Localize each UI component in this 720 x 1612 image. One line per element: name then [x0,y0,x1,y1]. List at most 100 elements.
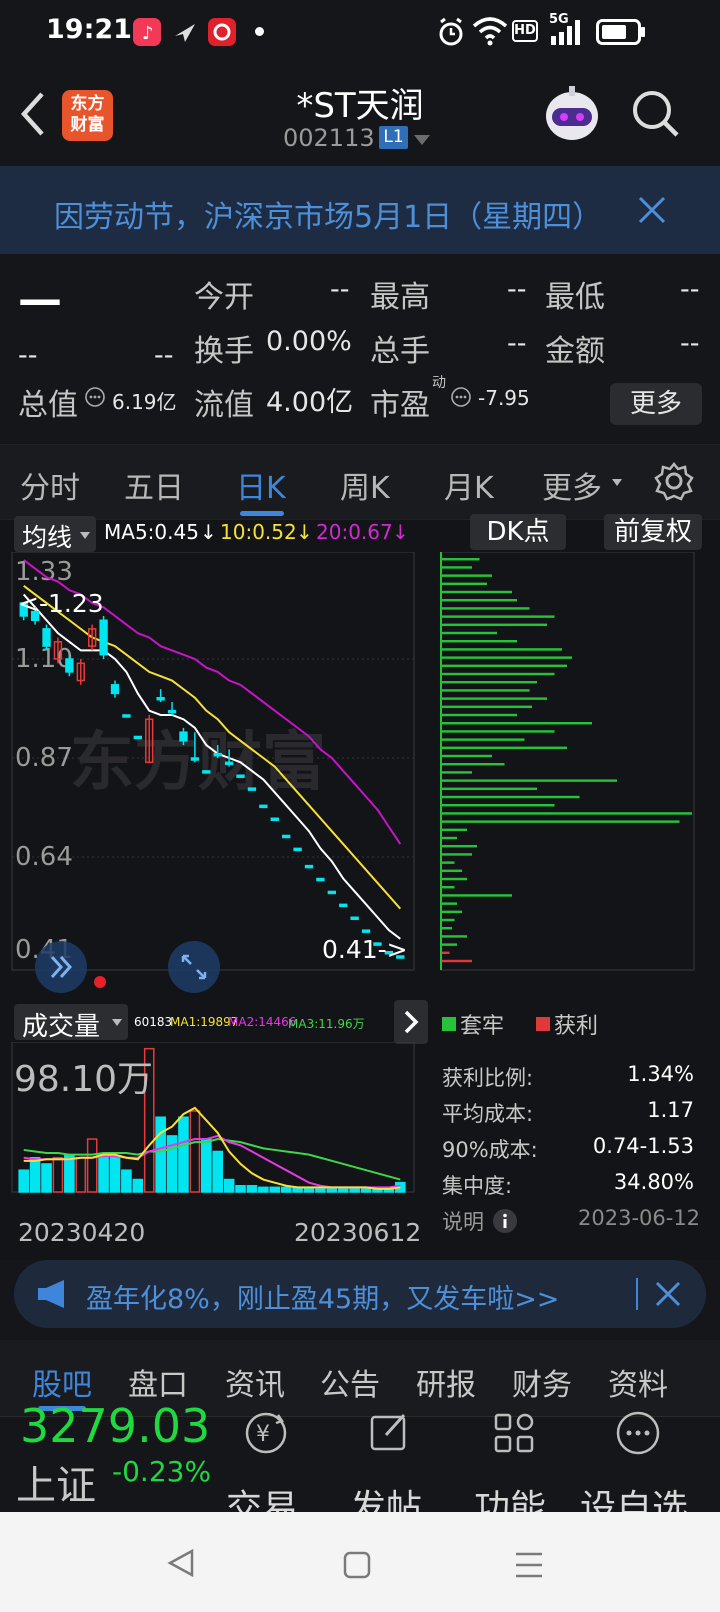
bottom-toolbar: 3279.03 上证 -0.23% ¥ 交易 发帖 功能 设自选 [0,1399,720,1529]
watchlist-icon[interactable] [614,1409,662,1461]
chip-bar [442,754,492,758]
system-nav-bar [0,1512,720,1612]
candle-body [327,890,336,895]
chip-bar [442,886,455,889]
close-icon[interactable] [636,194,668,230]
search-icon[interactable] [630,88,682,144]
functions-icon[interactable] [490,1409,538,1461]
ma-dropdown-icon[interactable] [80,532,90,539]
candle-body [156,696,165,701]
tab-handicap[interactable]: 盘口 [128,1360,188,1404]
level-badge[interactable]: L1 [379,126,408,149]
fullscreen-button[interactable] [167,940,221,998]
chip-frame [440,552,695,971]
megaphone-icon [36,1278,72,1314]
adjust-label: 前复权 [613,517,692,547]
expand-right-button[interactable] [34,940,88,998]
dk-point-button[interactable]: DK点 [470,514,566,550]
nav-recents-icon[interactable] [514,1550,544,1584]
y-axis-label: 1.33 [15,557,73,587]
volume-bar [360,1188,372,1193]
info-icon[interactable] [492,1208,518,1238]
post-icon[interactable] [366,1409,414,1461]
trapped-legend-swatch [442,1017,456,1031]
avg-cost-label: 平均成本: [442,1102,534,1126]
candle-body [122,714,131,718]
tab-announcement[interactable]: 公告 [320,1360,380,1404]
volume-bar [52,1156,64,1193]
chip-bar [442,820,680,823]
volume-bar [86,1138,98,1193]
chip-bar [442,779,617,782]
nav-back-icon[interactable] [166,1548,196,1582]
open-value: -- [330,274,350,305]
tab-weekly-k[interactable]: 周K [340,463,390,507]
volume-value: -- [507,328,527,359]
ma20-value: 20:0.67 [316,520,393,544]
kline-period-tabs: 分时 五日 日K 周K 月K 更多 [0,444,720,520]
nav-home-icon[interactable] [342,1550,372,1584]
market-cap-label: 总值 [18,388,78,423]
tab-five-day[interactable]: 五日 [124,463,184,507]
chip-bar [442,943,457,946]
record-dot [94,976,106,988]
stock-code: 002113 [283,124,375,152]
chip-bar [442,631,497,635]
profit-ratio-label: 获利比例: [442,1066,534,1090]
price-change-pct: -- [154,340,174,371]
tab-news[interactable]: 资讯 [225,1360,285,1404]
kline-chart[interactable]: 1.331.100.870.640.41东方财富<-1.230.41-> [0,552,430,984]
holiday-notice[interactable]: 因劳动节，沪深京市场5月1日（星期四） [0,166,720,254]
stock-name: *ST天润 [296,86,424,126]
indicator-dropdown-icon[interactable] [112,1019,122,1026]
pe-info-dots-icon[interactable] [450,386,472,412]
chip-bar [442,713,517,717]
volume-bar [18,1169,30,1193]
chip-bar [442,738,525,741]
volume-bar [155,1116,166,1193]
float-cap-value: 4.00亿 [266,387,354,418]
chip-bar [442,566,472,569]
candle-body [110,684,120,695]
tab-finance[interactable]: 财务 [512,1360,572,1404]
collapse-panel-button[interactable] [394,1000,428,1044]
chip-bar [442,836,457,840]
candle-body [167,709,177,714]
chip-bar [442,902,457,905]
volume-v1: 60183 [134,1015,173,1029]
robot-assistant-icon[interactable] [540,82,604,150]
chart-area: 均线 MA5:0.45 ↓ 10:0.52 ↓ 20:0.67 ↓ DK点 前复… [0,514,720,1260]
chip-bar [442,705,532,709]
tab-monthly-k[interactable]: 月K [444,463,494,507]
chip-bar [442,927,452,930]
more-button[interactable]: 更多 [610,383,702,425]
candle-body [179,731,188,742]
signal-icon [549,20,583,50]
tab-more[interactable]: 更多 [542,463,602,507]
tab-guba[interactable]: 股吧 [32,1360,92,1404]
settings-gear-icon[interactable] [654,461,694,505]
chip-bar [442,599,517,602]
index-price[interactable]: 3279.03 [20,1399,210,1453]
chip-bar [442,861,455,864]
chip-bar [442,664,567,668]
profit-ratio-value: 1.34% [627,1062,694,1086]
candle-body [190,757,200,761]
tab-daily-k[interactable]: 日K [236,463,286,507]
tab-intraday[interactable]: 分时 [20,463,80,507]
index-name: 上证 [16,1463,96,1509]
tab-profile[interactable]: 资料 [608,1360,668,1404]
info-dots-icon[interactable] [84,386,106,412]
candle-body [259,804,268,809]
volume-bar [200,1138,212,1193]
indicator-select[interactable]: 成交量 [14,1004,128,1042]
tab-research[interactable]: 研报 [416,1360,476,1404]
adjust-button[interactable]: 前复权 [604,514,702,550]
promo-banner[interactable]: 盈年化8%，刚止盈45期，又发车啦>> [14,1260,706,1328]
code-dropdown-icon[interactable] [414,135,430,145]
pe-value: -7.95 [478,386,530,410]
chip-bar [442,681,537,684]
trade-icon[interactable]: ¥ [242,1409,290,1461]
promo-close-icon[interactable] [654,1280,682,1312]
volume-bar [41,1163,52,1193]
